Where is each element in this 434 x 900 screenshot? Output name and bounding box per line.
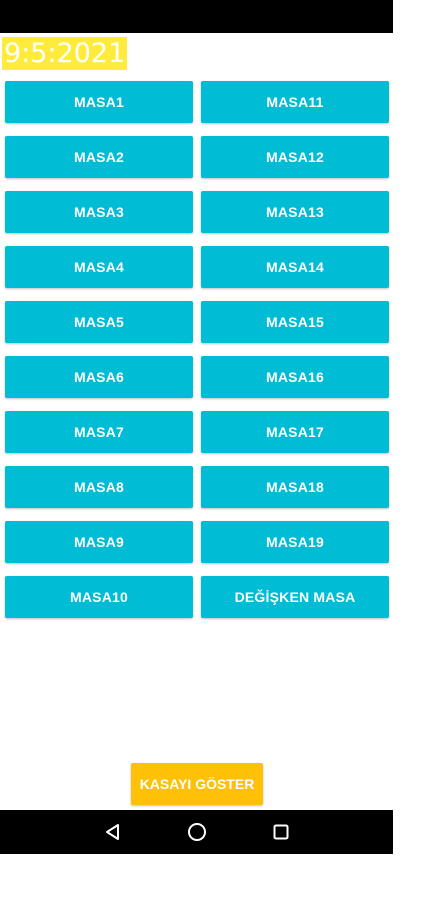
table-button-grid: MASA1 MASA11 MASA2 MASA12 MASA3 MASA13 M… (5, 81, 389, 618)
table-button-masa9[interactable]: MASA9 (5, 521, 193, 563)
table-button-masa5[interactable]: MASA5 (5, 301, 193, 343)
recent-apps-button[interactable] (251, 810, 311, 854)
table-button-masa17[interactable]: MASA17 (201, 411, 389, 453)
status-bar (0, 0, 393, 33)
table-button-masa4[interactable]: MASA4 (5, 246, 193, 288)
home-circle-icon (188, 823, 206, 841)
home-button[interactable] (167, 810, 227, 854)
back-triangle-icon (106, 824, 119, 840)
table-button-masa6[interactable]: MASA6 (5, 356, 193, 398)
navigation-bar (0, 810, 393, 854)
table-button-masa12[interactable]: MASA12 (201, 136, 389, 178)
back-button[interactable] (83, 810, 143, 854)
table-button-masa16[interactable]: MASA16 (201, 356, 389, 398)
table-button-masa10[interactable]: MASA10 (5, 576, 193, 618)
table-button-masa11[interactable]: MASA11 (201, 81, 389, 123)
table-button-masa2[interactable]: MASA2 (5, 136, 193, 178)
table-button-masa8[interactable]: MASA8 (5, 466, 193, 508)
table-button-masa1[interactable]: MASA1 (5, 81, 193, 123)
recent-apps-square-icon (273, 824, 289, 840)
show-cash-register-button[interactable]: KASAYI GÖSTER (131, 763, 263, 805)
table-button-masa15[interactable]: MASA15 (201, 301, 389, 343)
table-button-variable-table[interactable]: DEĞİŞKEN MASA (201, 576, 389, 618)
table-button-masa14[interactable]: MASA14 (201, 246, 389, 288)
date-label: 9:5:2021 (2, 37, 128, 70)
table-button-masa19[interactable]: MASA19 (201, 521, 389, 563)
table-button-masa18[interactable]: MASA18 (201, 466, 389, 508)
table-button-masa7[interactable]: MASA7 (5, 411, 193, 453)
table-button-masa13[interactable]: MASA13 (201, 191, 389, 233)
table-button-masa3[interactable]: MASA3 (5, 191, 193, 233)
